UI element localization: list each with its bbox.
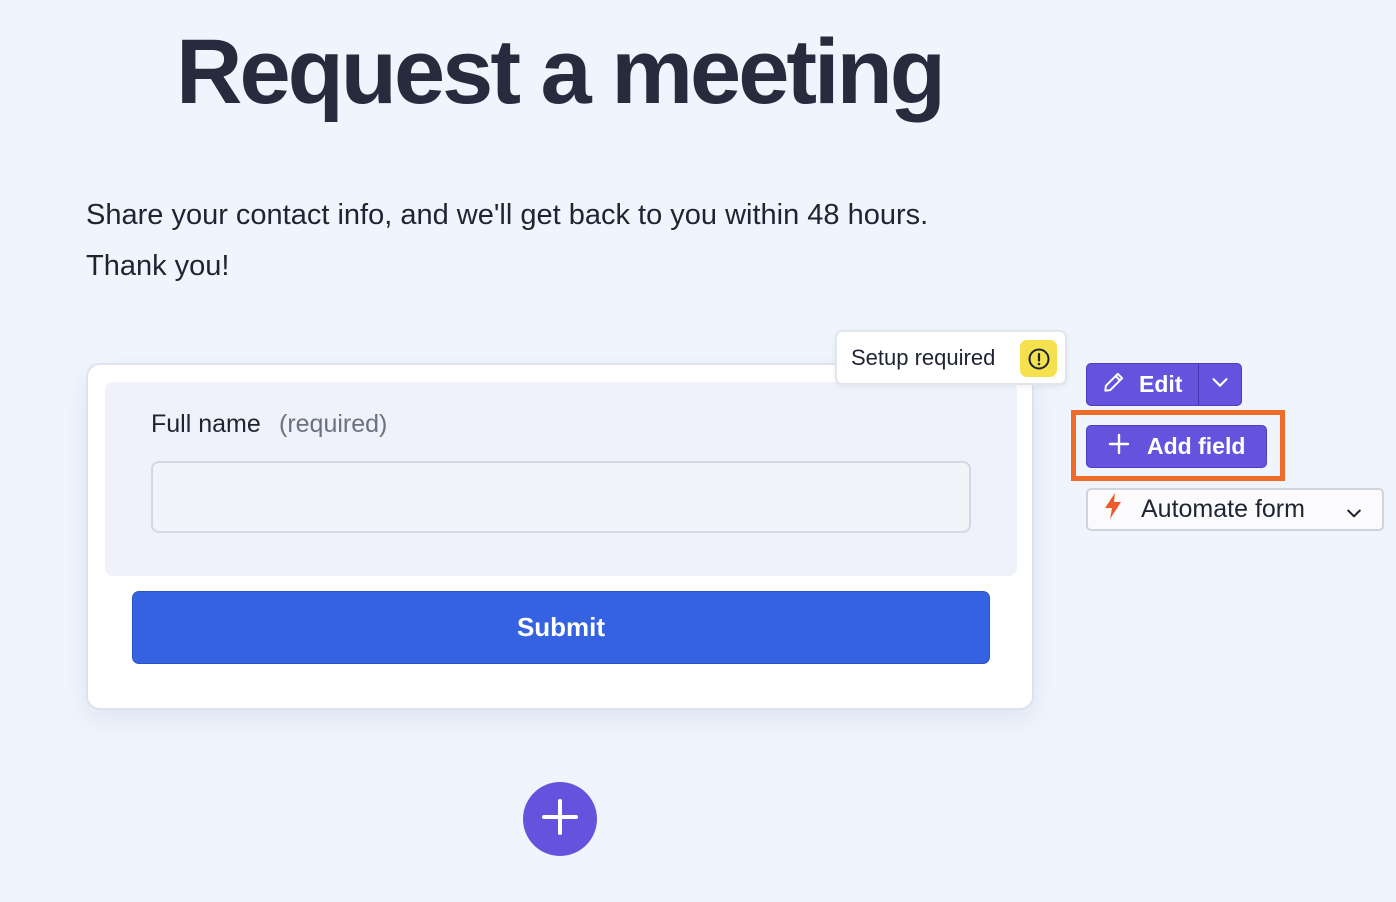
lightning-bolt-icon — [1101, 492, 1125, 527]
plus-icon — [1107, 432, 1131, 462]
page-description: Share your contact info, and we'll get b… — [86, 190, 1026, 292]
full-name-field-block[interactable]: Full name (required) — [105, 382, 1017, 576]
form-card[interactable]: Full name (required) Submit — [86, 363, 1034, 710]
page-title: Request a meeting — [176, 21, 946, 123]
edit-dropdown-toggle[interactable] — [1199, 364, 1241, 405]
chevron-down-icon — [1209, 371, 1231, 398]
plus-icon — [540, 797, 580, 842]
required-indicator: (required) — [279, 410, 388, 438]
alert-circle-icon — [1020, 340, 1057, 377]
description-line: Thank you! — [86, 250, 230, 282]
page: Request a meeting Share your contact inf… — [0, 0, 1396, 902]
full-name-input[interactable] — [151, 461, 971, 533]
setup-required-badge[interactable]: Setup required — [835, 330, 1067, 385]
add-field-button[interactable]: Add field — [1086, 425, 1267, 468]
pencil-icon — [1101, 369, 1127, 401]
edit-button[interactable]: Edit — [1087, 364, 1199, 405]
submit-button[interactable]: Submit — [132, 591, 990, 664]
automate-form-label: Automate form — [1141, 495, 1305, 523]
description-line: Share your contact info, and we'll get b… — [86, 199, 929, 231]
automate-form-button[interactable]: Automate form — [1086, 488, 1384, 531]
add-block-button[interactable] — [523, 782, 597, 856]
edit-button-group[interactable]: Edit — [1086, 363, 1242, 406]
edit-label: Edit — [1139, 371, 1183, 397]
setup-required-text: Setup required — [851, 344, 996, 370]
add-field-label: Add field — [1147, 433, 1246, 459]
full-name-label: Full name — [151, 410, 261, 438]
chevron-down-icon — [1344, 501, 1364, 530]
